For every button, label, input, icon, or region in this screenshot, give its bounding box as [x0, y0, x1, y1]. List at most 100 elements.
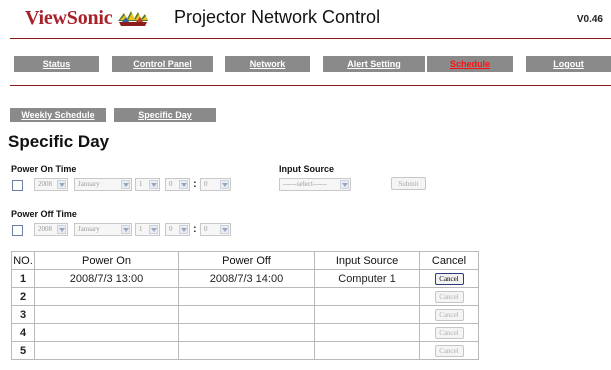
input-source-cell: Computer 1 [314, 269, 420, 288]
power-on-month-select[interactable]: January [74, 178, 132, 191]
row-number: 4 [11, 323, 35, 342]
input-source-cell [314, 305, 420, 324]
input-source-label: Input Source [279, 164, 335, 174]
col-header-input-source: Input Source [314, 251, 420, 270]
power-on-hour-value: 0 [169, 180, 173, 188]
chevron-down-icon [220, 180, 229, 189]
chevron-down-icon [179, 225, 188, 234]
power-off-month-value: January [78, 225, 100, 233]
power-on-cell [34, 305, 179, 324]
power-on-day-select[interactable]: 1 [135, 178, 160, 191]
cancel-cell: Cancel [419, 305, 479, 324]
app-title: Projector Network Control [174, 7, 381, 27]
input-source-cell [314, 287, 420, 306]
cancel-button[interactable]: Cancel [434, 344, 464, 357]
nav-network[interactable]: Network [225, 56, 310, 72]
power-off-cell [178, 287, 315, 306]
chevron-down-icon [121, 225, 130, 234]
power-off-label: Power Off Time [11, 209, 77, 219]
power-off-cell [178, 323, 315, 342]
input-source-cell [314, 341, 420, 360]
header-divider [10, 38, 611, 39]
cancel-button[interactable]: Cancel [434, 326, 464, 339]
table-header-row: NO. Power On Power Off Input Source Canc… [11, 251, 479, 270]
col-header-power-on: Power On [34, 251, 179, 270]
power-off-year-select[interactable]: 2008 [34, 223, 68, 236]
cancel-button[interactable]: Cancel [434, 272, 464, 285]
nav-schedule[interactable]: Schedule [427, 56, 513, 72]
header: ViewSonic Projector Network Control V0.4… [0, 0, 611, 36]
power-off-checkbox[interactable] [12, 225, 23, 236]
col-header-no: NO. [11, 251, 35, 270]
input-source-cell [314, 323, 420, 342]
viewsonic-logo: ViewSonic [25, 6, 150, 30]
chevron-down-icon [57, 225, 66, 234]
cancel-cell: Cancel [419, 287, 479, 306]
power-off-hour-value: 0 [169, 225, 173, 233]
input-source-value: ------select------ [283, 180, 327, 188]
nav-control-panel[interactable]: Control Panel [112, 56, 213, 72]
row-number: 3 [11, 305, 35, 324]
power-off-month-select[interactable]: January [74, 223, 132, 236]
table-row: 2 Cancel [11, 287, 479, 306]
power-on-time-separator: : [193, 178, 197, 190]
cancel-cell: Cancel [419, 341, 479, 360]
power-off-hour-select[interactable]: 0 [165, 223, 190, 236]
main-nav: Status Control Panel Network Alert Setti… [14, 56, 611, 72]
table-row: 4 Cancel [11, 323, 479, 342]
logo-text: ViewSonic [25, 6, 113, 29]
birds-logo-icon [118, 11, 149, 26]
page-title: Specific Day [8, 132, 110, 151]
power-off-year-value: 2008 [38, 225, 52, 233]
chevron-down-icon [340, 180, 349, 189]
subnav-weekly-schedule[interactable]: Weekly Schedule [10, 108, 106, 122]
power-on-checkbox[interactable] [12, 180, 23, 191]
power-off-cell [178, 305, 315, 324]
power-on-year-select[interactable]: 2008 [34, 178, 68, 191]
power-off-minute-select[interactable]: 0 [200, 223, 231, 236]
chevron-down-icon [57, 180, 66, 189]
power-off-day-value: 1 [139, 225, 143, 233]
col-header-cancel: Cancel [419, 251, 479, 270]
nav-alert-setting[interactable]: Alert Setting [323, 56, 425, 72]
power-on-cell [34, 341, 179, 360]
power-on-minute-value: 0 [204, 180, 208, 188]
power-on-cell [34, 287, 179, 306]
cancel-button[interactable]: Cancel [434, 290, 464, 303]
nav-logout[interactable]: Logout [526, 56, 611, 72]
cancel-button[interactable]: Cancel [434, 308, 464, 321]
cancel-cell: Cancel [419, 323, 479, 342]
power-on-minute-select[interactable]: 0 [200, 178, 231, 191]
table-row: 5 Cancel [11, 341, 479, 360]
nav-status[interactable]: Status [14, 56, 99, 72]
table-row: 1 2008/7/3 13:00 2008/7/3 14:00 Computer… [11, 269, 479, 288]
power-on-cell [34, 323, 179, 342]
power-on-hour-select[interactable]: 0 [165, 178, 190, 191]
submit-button[interactable]: Submit [391, 177, 426, 190]
power-off-minute-value: 0 [204, 225, 208, 233]
power-on-day-value: 1 [139, 180, 143, 188]
version-label: V0.46 [576, 14, 603, 25]
cancel-cell: Cancel [419, 269, 479, 288]
chevron-down-icon [149, 180, 158, 189]
nav-divider [10, 85, 611, 86]
power-on-cell: 2008/7/3 13:00 [34, 269, 179, 288]
col-header-power-off: Power Off [178, 251, 315, 270]
chevron-down-icon [179, 180, 188, 189]
power-on-year-value: 2008 [38, 180, 52, 188]
row-number: 1 [11, 269, 35, 288]
power-off-time-separator: : [193, 223, 197, 235]
power-on-label: Power On Time [11, 164, 77, 174]
input-source-select[interactable]: ------select------ [279, 178, 351, 191]
power-off-day-select[interactable]: 1 [135, 223, 160, 236]
table-row: 3 Cancel [11, 305, 479, 324]
power-off-cell [178, 341, 315, 360]
schedule-table: NO. Power On Power Off Input Source Canc… [11, 251, 479, 360]
subnav-specific-day[interactable]: Specific Day [114, 108, 216, 122]
chevron-down-icon [149, 225, 158, 234]
power-off-cell: 2008/7/3 14:00 [178, 269, 315, 288]
row-number: 5 [11, 341, 35, 360]
chevron-down-icon [121, 180, 130, 189]
power-on-month-value: January [78, 180, 100, 188]
chevron-down-icon [220, 225, 229, 234]
